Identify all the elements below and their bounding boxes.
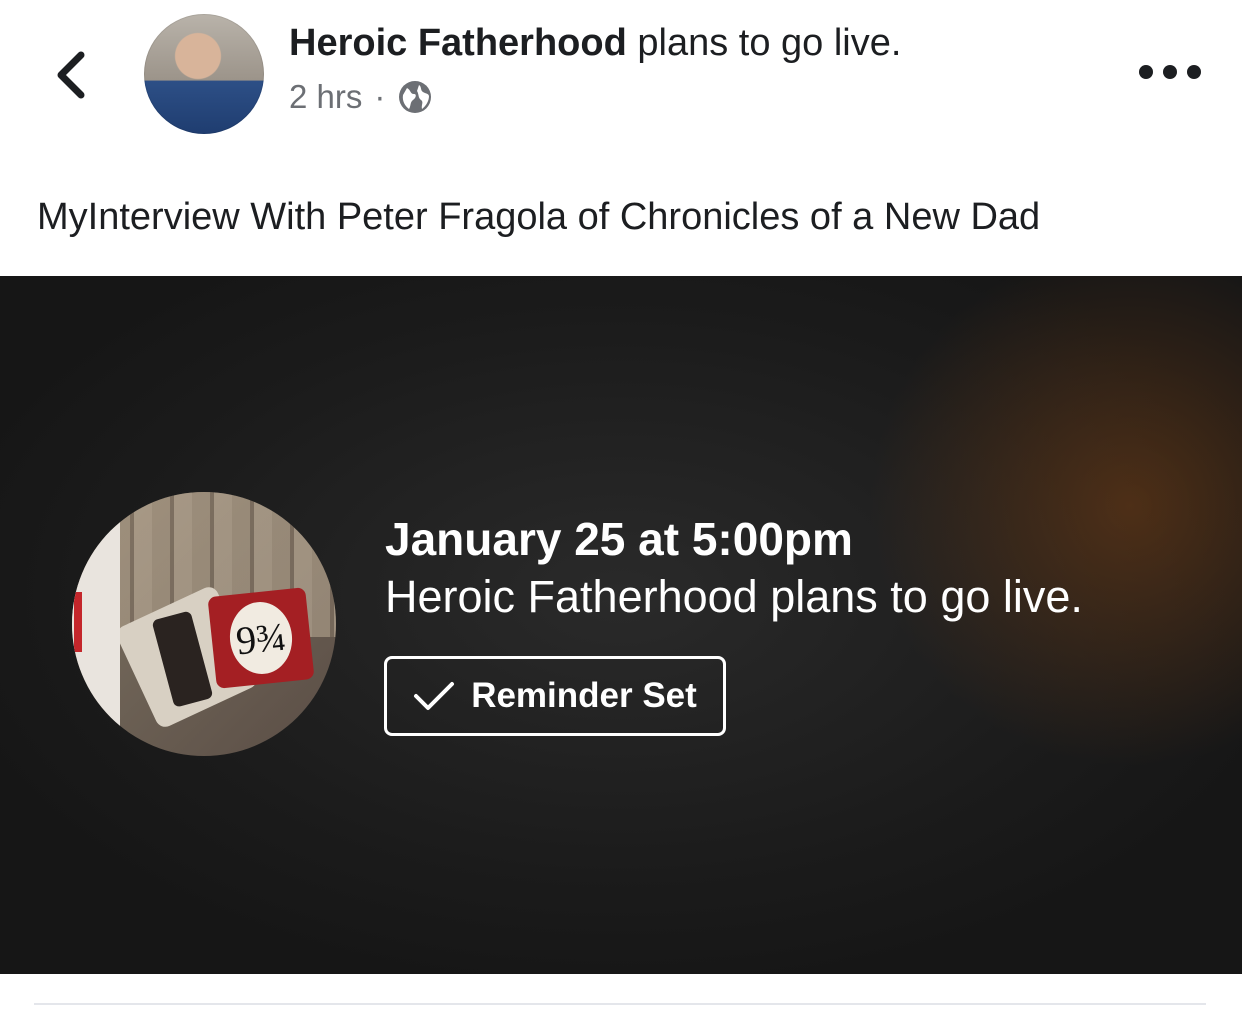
live-event-card[interactable]: 9¾ January 25 at 5:00pm Heroic Fatherhoo… [0,276,1242,974]
meta-separator: · [374,78,386,115]
event-date-time: January 25 at 5:00pm [385,513,853,565]
post-timestamp[interactable]: 2 hrs [289,78,362,116]
post-message: MyInterview With Peter Fragola of Chroni… [37,196,1041,238]
page-avatar[interactable] [144,14,264,134]
section-divider [34,1003,1206,1005]
post-action-text: plans to go live. [626,22,902,64]
photo-badge-text: 9¾ [226,598,296,678]
event-subtitle: Heroic Fatherhood plans to go live. [385,571,1083,622]
more-horizontal-icon [1139,65,1201,79]
event-cover-photo: 9¾ [72,492,336,756]
checkmark-icon [414,682,455,710]
back-button[interactable] [40,40,100,110]
page-name-link[interactable]: Heroic Fatherhood [289,22,627,64]
post-meta: 2 hrs · [289,78,433,116]
chevron-left-icon [57,51,85,99]
reminder-set-button[interactable]: Reminder Set [384,656,726,736]
post-detail-page: Heroic Fatherhood plans to go live. 2 hr… [0,0,1242,1010]
more-options-button[interactable] [1132,50,1208,94]
globe-icon [399,81,432,113]
platform-pillow: 9¾ [207,587,315,689]
reminder-label: Reminder Set [471,676,697,715]
post-header-title: Heroic Fatherhood plans to go live. [289,22,901,65]
